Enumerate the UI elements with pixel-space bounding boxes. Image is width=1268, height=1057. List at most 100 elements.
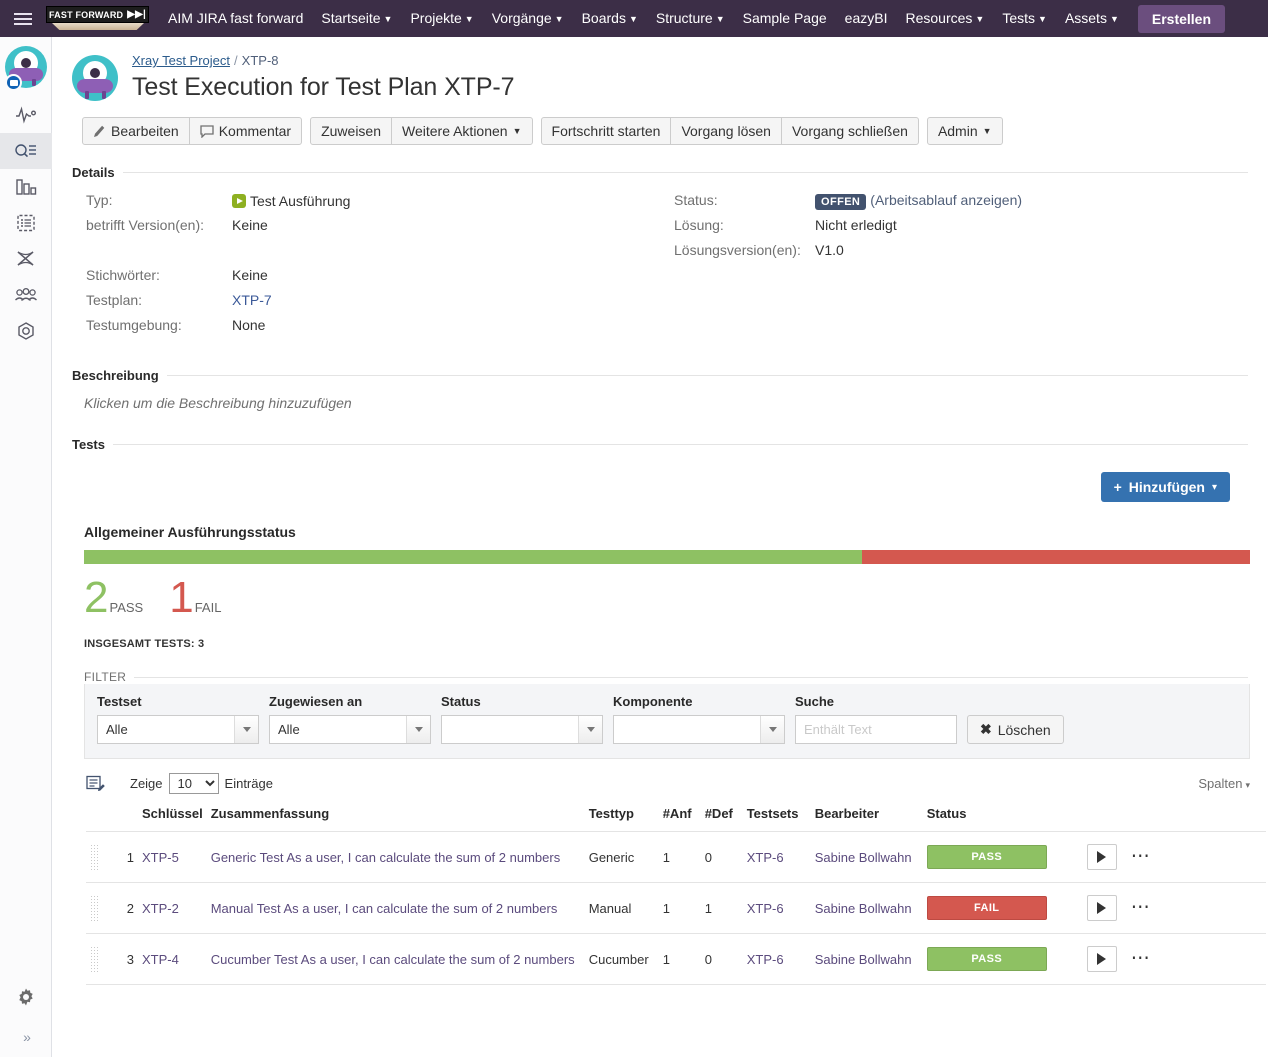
bulk-edit-button[interactable] <box>86 774 108 794</box>
page-size-select[interactable]: 102550100 <box>168 773 219 794</box>
drag-handle-icon[interactable] <box>90 946 99 972</box>
nav-item-projekte[interactable]: Projekte ▼ <box>401 0 482 37</box>
table-row[interactable]: 1 XTP-5 Generic Test As a user, I can calc… <box>86 831 1266 883</box>
create-button[interactable]: Erstellen <box>1137 4 1226 33</box>
test-key-link[interactable]: XTP-4 <box>142 952 179 967</box>
resolve-issue-button[interactable]: Vorgang lösen <box>670 117 782 145</box>
workflow-link[interactable]: (Arbeitsablauf anzeigen) <box>870 192 1022 208</box>
tests-table: Schlüssel Zusammenfassung Testtyp #Anf #… <box>86 800 1266 985</box>
test-summary-link[interactable]: Cucumber Test As a user, I can calculate… <box>211 952 575 967</box>
filter-label: Testset <box>97 694 142 709</box>
row-drag-cell[interactable] <box>86 882 112 934</box>
fail-count-number: 1 <box>169 573 194 622</box>
drag-handle-icon[interactable] <box>90 895 99 921</box>
start-progress-button[interactable]: Fortschritt starten <box>540 117 672 145</box>
nav-item-structure[interactable]: Structure ▼ <box>647 0 734 37</box>
row-index: 2 <box>112 882 138 934</box>
row-more-actions-button[interactable]: ⋯ <box>1131 847 1151 866</box>
row-more-actions-button[interactable]: ⋯ <box>1131 949 1151 968</box>
sidebar-item-backlog[interactable] <box>0 205 52 241</box>
comment-button[interactable]: Kommentar <box>188 117 303 145</box>
column-header-status[interactable]: Status <box>922 800 1083 832</box>
assignee-select[interactable]: Alle <box>269 715 431 744</box>
sidebar-item-activity[interactable] <box>0 97 52 133</box>
row-def: 1 <box>700 882 743 934</box>
nav-item-vorgaenge[interactable]: Vorgänge ▼ <box>483 0 573 37</box>
testplan-link[interactable]: XTP-7 <box>232 292 272 308</box>
expand-sidebar-button[interactable]: » <box>0 1017 52 1057</box>
column-header-testtype[interactable]: Testtyp <box>584 800 659 832</box>
table-row[interactable]: 3 XTP-4 Cucumber Test As a user, I can cal… <box>86 933 1266 985</box>
column-header-assignee[interactable]: Bearbeiter <box>810 800 923 832</box>
drag-handle-icon[interactable] <box>90 844 99 870</box>
sidebar-item-settings-hex[interactable] <box>0 313 52 349</box>
test-key-link[interactable]: XTP-2 <box>142 901 179 916</box>
nav-item-startseite[interactable]: Startseite ▼ <box>312 0 401 37</box>
assign-button[interactable]: Zuweisen <box>310 117 392 145</box>
edit-button[interactable]: Bearbeiten <box>82 117 190 145</box>
sidebar-item-reports[interactable] <box>0 169 52 205</box>
nav-item-assets[interactable]: Assets ▼ <box>1056 0 1128 37</box>
project-avatar[interactable] <box>0 37 51 97</box>
test-summary-link[interactable]: Manual Test As a user, I can calculate t… <box>211 901 558 916</box>
execute-test-button[interactable] <box>1086 895 1117 921</box>
nav-item-aim-jira[interactable]: AIM JIRA fast forward <box>159 0 312 37</box>
more-actions-button[interactable]: Weitere Aktionen ▼ <box>391 117 533 145</box>
breadcrumb-project-link[interactable]: Xray Test Project <box>132 53 230 68</box>
assignee-link[interactable]: Sabine Bollwahn <box>815 901 912 916</box>
nav-item-resources[interactable]: Resources ▼ <box>896 0 993 37</box>
project-type-badge-icon <box>5 74 22 91</box>
nav-item-tests[interactable]: Tests ▼ <box>993 0 1056 37</box>
issue-header: Xray Test Project / XTP-8 Test Execution f… <box>72 51 1248 102</box>
nav-item-boards[interactable]: Boards ▼ <box>573 0 647 37</box>
clear-filter-button[interactable]: ✖ Löschen <box>967 715 1064 744</box>
gear-icon <box>19 988 33 1006</box>
row-drag-cell[interactable] <box>86 831 112 883</box>
sidebar-item-people[interactable] <box>0 277 52 313</box>
test-summary-link[interactable]: Generic Test As a user, I can calculate … <box>211 850 561 865</box>
top-navigation-bar: FAST FORWARD ▶▶| AIM JIRA fast forward S… <box>0 0 1268 37</box>
testset-link[interactable]: XTP-6 <box>747 850 784 865</box>
close-issue-button[interactable]: Vorgang schließen <box>780 117 919 145</box>
component-select[interactable] <box>613 715 785 744</box>
row-actions: ⋯ <box>1082 831 1266 883</box>
status-select[interactable] <box>441 715 603 744</box>
project-settings-button[interactable] <box>0 977 52 1017</box>
columns-button[interactable]: Spalten ▾ <box>1198 776 1266 791</box>
row-more-actions-button[interactable]: ⋯ <box>1131 898 1151 917</box>
status-badge[interactable]: FAIL <box>926 896 1047 920</box>
description-placeholder[interactable]: Klicken um die Beschreibung hinzuzufügen <box>72 383 1248 411</box>
column-header-key[interactable]: Schlüssel <box>138 800 207 832</box>
hamburger-menu-icon[interactable] <box>0 0 46 37</box>
search-input[interactable] <box>795 715 957 744</box>
assignee-link[interactable]: Sabine Bollwahn <box>815 850 912 865</box>
status-badge[interactable]: PASS <box>926 947 1047 971</box>
filter-label: Status <box>441 694 481 709</box>
testset-link[interactable]: XTP-6 <box>747 901 784 916</box>
sidebar-item-issues[interactable] <box>0 133 52 169</box>
testset-select[interactable]: Alle <box>97 715 259 744</box>
table-toolbar: Zeige 102550100 Einträge Spalten▾ <box>86 773 1266 794</box>
admin-group: Admin ▼ <box>926 117 1003 145</box>
add-test-button[interactable]: + Hinzufügen ▾ <box>1100 472 1230 502</box>
column-header-summary[interactable]: Zusammenfassung <box>206 800 585 832</box>
execute-test-button[interactable] <box>1086 946 1117 972</box>
row-drag-cell[interactable] <box>86 933 112 985</box>
sidebar-item-xray[interactable] <box>0 241 52 277</box>
row-testsets: XTP-6 <box>742 933 811 985</box>
assignee-link[interactable]: Sabine Bollwahn <box>815 952 912 967</box>
column-header-anf[interactable]: #Anf <box>658 800 701 832</box>
nav-item-sample-page[interactable]: Sample Page <box>734 0 836 37</box>
admin-button[interactable]: Admin ▼ <box>926 117 1003 145</box>
breadcrumb-issue-key[interactable]: XTP-8 <box>242 53 279 68</box>
nav-item-eazybi[interactable]: eazyBI <box>836 0 897 37</box>
status-badge[interactable]: PASS <box>926 845 1047 869</box>
column-header-def[interactable]: #Def <box>700 800 743 832</box>
table-row[interactable]: 2 XTP-2 Manual Test As a user, I can calcu… <box>86 882 1266 934</box>
fast-forward-logo[interactable]: FAST FORWARD ▶▶| <box>46 6 149 31</box>
testset-link[interactable]: XTP-6 <box>747 952 784 967</box>
execute-test-button[interactable] <box>1086 844 1117 870</box>
test-key-link[interactable]: XTP-5 <box>142 850 179 865</box>
column-header-testsets[interactable]: Testsets <box>742 800 811 832</box>
filter-label: Komponente <box>613 694 693 709</box>
